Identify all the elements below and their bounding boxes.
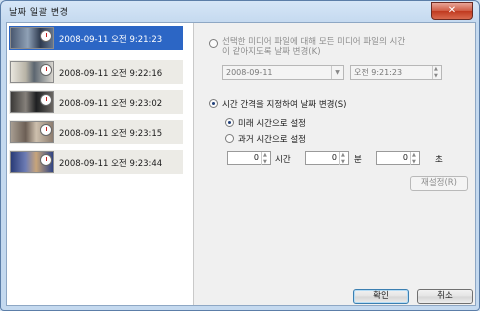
photo-thumbnail bbox=[10, 151, 54, 173]
time-spinner[interactable] bbox=[432, 63, 441, 83]
calendar-dropdown-icon[interactable]: ▼ bbox=[331, 66, 343, 79]
seconds-spinner[interactable] bbox=[410, 149, 419, 168]
seconds-unit: 초 bbox=[435, 155, 443, 165]
clock-icon bbox=[40, 124, 52, 136]
photo-timestamp: 2008-09-11 오전 9:22:16 bbox=[59, 69, 163, 79]
window-title: 날짜 일괄 변경 bbox=[9, 8, 69, 18]
date-picker[interactable]: 2008-09-11 ▼ bbox=[222, 65, 344, 80]
dialog-body: 2008-09-11 오전 9:21:23 2008-09-11 오전 9:22… bbox=[6, 22, 476, 306]
photo-list[interactable]: 2008-09-11 오전 9:21:23 2008-09-11 오전 9:22… bbox=[7, 23, 194, 305]
cancel-button[interactable]: 취소 bbox=[417, 289, 473, 304]
photo-timestamp: 2008-09-11 오전 9:23:02 bbox=[59, 99, 163, 109]
clock-icon bbox=[40, 64, 52, 76]
photo-timestamp: 2008-09-11 오전 9:21:23 bbox=[59, 35, 163, 45]
close-button[interactable]: ✕ bbox=[431, 2, 473, 20]
photo-thumbnail bbox=[10, 61, 54, 83]
future-label: 미래 시간으로 설정 bbox=[238, 119, 306, 129]
settings-panel: 선택한 미디어 파일에 대해 모든 미디어 파일의 시간 이 같아지도록 날짜 … bbox=[195, 23, 475, 305]
photo-thumbnail bbox=[10, 27, 54, 49]
future-radio[interactable] bbox=[225, 118, 234, 127]
hours-value: 0 bbox=[253, 153, 259, 162]
dialog-window: 날짜 일괄 변경 ✕ 2008-09-11 오전 9:21:23 2008-09… bbox=[0, 0, 480, 311]
clock-icon bbox=[40, 154, 52, 166]
close-icon: ✕ bbox=[447, 5, 457, 16]
ok-button[interactable]: 확인 bbox=[353, 289, 409, 304]
past-label: 과거 시간으로 설정 bbox=[238, 135, 306, 145]
clock-icon bbox=[40, 30, 52, 42]
clock-icon bbox=[40, 94, 52, 106]
seconds-input[interactable]: 0 bbox=[376, 149, 420, 168]
photo-list-item[interactable]: 2008-09-11 오전 9:23:15 bbox=[9, 120, 183, 144]
photo-list-item[interactable]: 2008-09-11 오전 9:22:16 bbox=[9, 60, 183, 84]
reset-button[interactable]: 재설정(R) bbox=[410, 176, 468, 191]
hours-spinner[interactable] bbox=[261, 149, 270, 168]
minutes-unit: 분 bbox=[354, 155, 362, 165]
photo-list-item[interactable]: 2008-09-11 오전 9:23:44 bbox=[9, 150, 183, 174]
photo-timestamp: 2008-09-11 오전 9:23:44 bbox=[59, 159, 163, 169]
minutes-spinner[interactable] bbox=[339, 149, 348, 168]
photo-thumbnail bbox=[10, 121, 54, 143]
interval-label: 시간 간격을 지정하여 날짜 변경(S) bbox=[222, 100, 347, 110]
date-value: 2008-09-11 bbox=[226, 68, 273, 77]
photo-list-item[interactable]: 2008-09-11 오전 9:23:02 bbox=[9, 90, 183, 114]
interval-radio[interactable] bbox=[209, 99, 218, 108]
minutes-value: 0 bbox=[331, 153, 337, 162]
hours-unit: 시간 bbox=[275, 155, 291, 165]
time-picker[interactable]: 오전 9:21:23 bbox=[350, 63, 442, 83]
same-time-radio[interactable] bbox=[209, 39, 218, 48]
title-bar[interactable]: 날짜 일괄 변경 ✕ bbox=[1, 1, 479, 21]
photo-thumbnail bbox=[10, 91, 54, 113]
past-radio[interactable] bbox=[225, 134, 234, 143]
photo-list-item[interactable]: 2008-09-11 오전 9:21:23 bbox=[9, 26, 183, 50]
same-time-label-line2: 이 같아지도록 날짜 변경(K) bbox=[222, 47, 321, 57]
seconds-value: 0 bbox=[402, 153, 408, 162]
time-value: 오전 9:21:23 bbox=[354, 68, 403, 77]
minutes-input[interactable]: 0 bbox=[305, 149, 349, 168]
photo-timestamp: 2008-09-11 오전 9:23:15 bbox=[59, 129, 163, 139]
hours-input[interactable]: 0 bbox=[227, 149, 271, 168]
